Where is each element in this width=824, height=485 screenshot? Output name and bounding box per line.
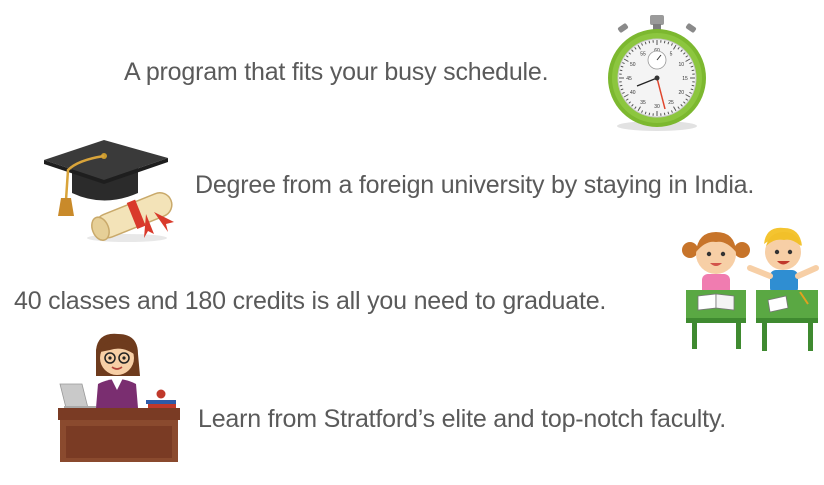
stopwatch-icon: 60510152025303540455055 (604, 12, 712, 134)
stopwatch-number: 5 (670, 52, 673, 58)
stopwatch-number: 10 (678, 62, 684, 68)
stopwatch-number: 15 (682, 76, 688, 82)
stopwatch-number: 30 (654, 104, 660, 110)
stopwatch-number: 50 (630, 62, 636, 68)
feature-text-faculty: Learn from Stratford’s elite and top-not… (198, 405, 727, 433)
students-at-desks-icon (680, 224, 824, 356)
stopwatch-number: 45 (626, 76, 632, 82)
teacher-at-desk-icon (58, 332, 184, 466)
feature-text-degree: Degree from a foreign university by stay… (195, 171, 755, 199)
stopwatch-number: 25 (668, 100, 674, 106)
graduation-cap-diploma-icon (42, 138, 182, 243)
stopwatch-number: 40 (630, 90, 636, 96)
feature-text-schedule: A program that fits your busy schedule. (124, 58, 549, 86)
stopwatch-number: 20 (678, 90, 684, 96)
stopwatch-number: 55 (640, 52, 646, 58)
feature-text-credits: 40 classes and 180 credits is all you ne… (14, 287, 607, 315)
stopwatch-number: 35 (640, 100, 646, 106)
